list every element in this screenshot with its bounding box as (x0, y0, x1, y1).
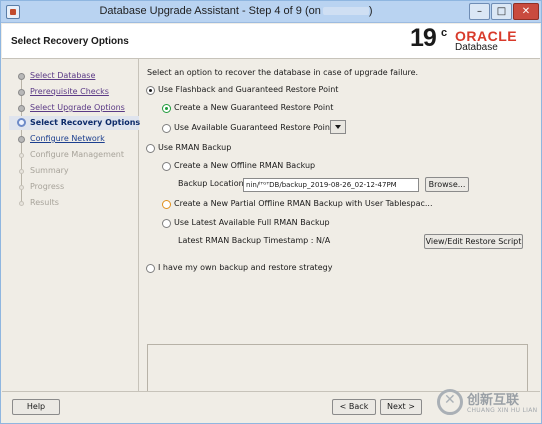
create-partial-offline-radio[interactable] (162, 200, 171, 209)
own-backup-radio[interactable] (146, 264, 155, 273)
browse-button[interactable]: Browse... (425, 177, 469, 192)
minimize-button[interactable]: – (469, 3, 490, 20)
rman-label[interactable]: Use RMAN Backup (158, 143, 231, 152)
step-status-icon (18, 73, 25, 80)
step-prerequisite-checks[interactable]: Prerequisite Checks (9, 85, 139, 99)
create-partial-offline-label[interactable]: Create a New Partial Offline RMAN Backup… (174, 199, 433, 208)
restore-point-dropdown[interactable] (330, 120, 346, 134)
back-button[interactable]: < Back (332, 399, 376, 415)
backup-location-field[interactable]: nin/ˡᵀᴳᵀDB/backup_2019-08-26_02-12-47PM (243, 178, 419, 192)
step-label: Progress (30, 182, 65, 191)
brand-superscript: c (441, 27, 448, 39)
step-configure-network[interactable]: Configure Network (9, 132, 139, 146)
window-title-text: Database Upgrade Assistant - Step 4 of 9… (99, 5, 321, 17)
step-status-icon (18, 89, 25, 96)
step-label: Select Recovery Options (30, 118, 141, 127)
watermark-logo-icon (437, 389, 463, 415)
current-step-icon (17, 118, 26, 127)
step-configure-management: Configure Management (9, 148, 139, 162)
step-label: Results (30, 198, 59, 207)
watermark-chinese: 创新互联 (467, 393, 520, 408)
step-status-icon (19, 153, 24, 158)
step-label: Prerequisite Checks (30, 87, 109, 96)
use-available-restore-point-radio[interactable] (162, 124, 171, 133)
step-status-icon (19, 169, 24, 174)
step-status-icon (19, 201, 24, 206)
page-header: Select Recovery Options 19 c ORACLE Data… (2, 24, 540, 59)
create-restore-point-radio[interactable] (162, 104, 171, 113)
intro-text: Select an option to recover the database… (147, 68, 419, 77)
step-status-icon (18, 105, 25, 112)
step-select-database[interactable]: Select Database (9, 69, 139, 83)
step-label: Configure Network (30, 134, 105, 143)
watermark-english: CHUANG XIN HU LIAN (467, 407, 538, 414)
flashback-label[interactable]: Use Flashback and Guaranteed Restore Poi… (158, 85, 338, 94)
create-offline-rman-label[interactable]: Create a New Offline RMAN Backup (174, 161, 315, 170)
close-button[interactable]: ✕ (513, 3, 539, 20)
page-title: Select Recovery Options (11, 36, 129, 47)
step-summary: Summary (9, 164, 139, 178)
step-select-recovery-options[interactable]: Select Recovery Options (9, 116, 141, 130)
step-status-icon (18, 136, 25, 143)
window-title-suffix: ) (368, 5, 373, 17)
step-status-icon (19, 185, 24, 190)
oracle-logo: 19 c ORACLE Database (410, 24, 536, 56)
use-available-restore-point-label[interactable]: Use Available Guaranteed Restore Point (174, 123, 333, 132)
steps-sidebar: Select Database Prerequisite Checks Sele… (9, 59, 141, 391)
redacted-host (322, 7, 369, 16)
step-select-upgrade-options[interactable]: Select Upgrade Options (9, 101, 139, 115)
rman-radio[interactable] (146, 144, 155, 153)
backup-location-label: Backup Location (178, 179, 244, 188)
watermark: 创新互联 CHUANG XIN HU LIAN (437, 385, 541, 421)
step-label: Select Upgrade Options (30, 103, 125, 112)
maximize-button[interactable]: □ (491, 3, 512, 20)
step-label: Summary (30, 166, 69, 175)
create-restore-point-label[interactable]: Create a New Guaranteed Restore Point (174, 103, 333, 112)
brand-version: 19 (410, 24, 437, 52)
flashback-radio[interactable] (146, 86, 155, 95)
help-button[interactable]: Help (12, 399, 60, 415)
use-latest-rman-label[interactable]: Use Latest Available Full RMAN Backup (174, 218, 330, 227)
step-label: Configure Management (30, 150, 125, 159)
main-content: Select an option to recover the database… (141, 59, 539, 392)
own-backup-label[interactable]: I have my own backup and restore strateg… (158, 263, 332, 272)
window-title: Database Upgrade Assistant - Step 4 of 9… (1, 5, 471, 17)
step-results: Results (9, 196, 139, 210)
step-progress: Progress (9, 180, 139, 194)
step-label: Select Database (30, 71, 96, 80)
create-offline-rman-radio[interactable] (162, 162, 171, 171)
use-latest-rman-radio[interactable] (162, 219, 171, 228)
next-button[interactable]: Next > (380, 399, 422, 415)
view-edit-restore-script-button[interactable]: View/Edit Restore Script (424, 234, 523, 249)
dbua-window: Database Upgrade Assistant - Step 4 of 9… (0, 0, 542, 424)
latest-timestamp-label: Latest RMAN Backup Timestamp : N/A (178, 236, 331, 245)
brand-product: Database (455, 42, 498, 53)
title-bar: Database Upgrade Assistant - Step 4 of 9… (1, 1, 541, 23)
